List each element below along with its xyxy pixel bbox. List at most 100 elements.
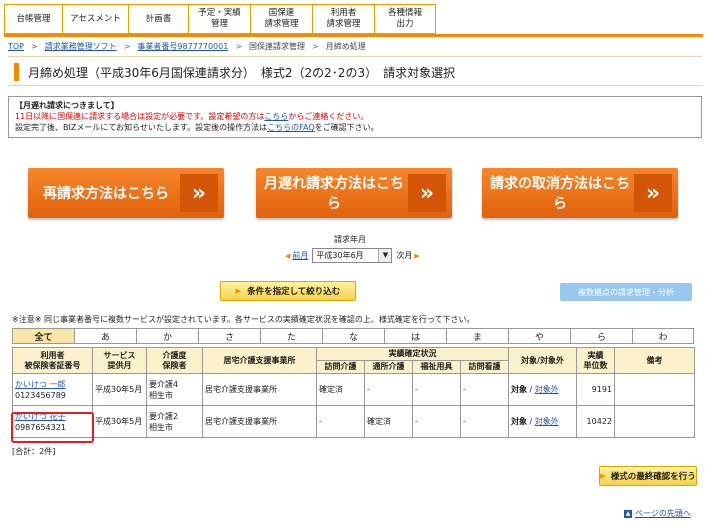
cell-status: -: [460, 405, 509, 438]
tab-ka[interactable]: か: [136, 328, 198, 344]
nav-divider: [4, 34, 703, 37]
billing-month-select[interactable]: 平成30年6月 ▼: [312, 248, 393, 263]
tab-sa[interactable]: さ: [198, 328, 260, 344]
late-billing-notice: 【月遅れ請求につきまして】 11日以降に国保連に請求する場合は設定が必要です。設…: [8, 96, 702, 138]
insured-number: 0123456789: [15, 390, 66, 400]
nav-label: 台帳管理: [16, 13, 51, 24]
col-care-level: 介護度 保険者: [146, 347, 203, 374]
user-name-link[interactable]: かいけつ 一郎: [15, 380, 66, 389]
cell-care: 要介護4 相生市: [146, 373, 203, 406]
col-note: 備考: [614, 347, 695, 374]
notice-text: 設定完了後、BIZメールにてお知らせいたします。設定後の操作方法は: [15, 123, 268, 132]
triangle-right-icon: ▶: [235, 287, 242, 295]
billing-target-table: 利用者 被保険者証番号 サービス 提供月 介護度 保険者 居宅介護支援事業所 実…: [12, 347, 695, 438]
period-label: 請求年月: [334, 235, 366, 244]
nav-user-billing[interactable]: 利用者 請求管理: [312, 4, 374, 34]
nav-ledger[interactable]: 台帳管理: [4, 4, 62, 34]
notice-faq-link[interactable]: こちらのFAQ: [267, 123, 315, 132]
prev-month-link[interactable]: 前月: [292, 250, 308, 261]
breadcrumb-sep: >: [235, 42, 243, 51]
nav-assessment[interactable]: アセスメント: [62, 4, 128, 34]
col-welfare-equipment: 福祉用具: [412, 360, 461, 374]
period-selector: ◀ 前月 平成30年6月 ▼ 次月 ▶: [283, 248, 422, 263]
tab-a[interactable]: あ: [74, 328, 136, 344]
tab-ha[interactable]: は: [384, 328, 446, 344]
nav-output[interactable]: 各種情報 出力: [374, 4, 436, 34]
col-target: 対象/対象外: [508, 347, 577, 374]
triangle-right-icon: ▶: [600, 472, 606, 480]
cancel-guide-button[interactable]: 請求の取消方法はこちら »: [482, 168, 678, 218]
arrow-up-icon: ▲: [624, 509, 632, 518]
nav-label: 予定・実績 管理: [198, 8, 241, 29]
breadcrumb-office-number[interactable]: 事業者番号9877770001: [137, 42, 228, 51]
page-title: 月締め処理（平成30年6月国保連請求分） 様式2（2の2･2の3） 請求対象選択: [28, 66, 456, 80]
notice-line-2: 設定完了後、BIZメールにてお知らせいたします。設定後の操作方法はこちらのFAQ…: [15, 122, 695, 133]
button-label: 請求の取消方法はこちら: [490, 176, 630, 212]
total-count: [合計：2件]: [12, 447, 56, 456]
breadcrumb-current: 月締め処理: [325, 42, 366, 51]
cell-units: 9191: [576, 373, 615, 406]
tab-ma[interactable]: ま: [446, 328, 508, 344]
cell-month: 平成30年5月: [92, 373, 147, 406]
top-nav: 台帳管理 アセスメント 計画書 予定・実績 管理 国保連 請求管理 利用者 請求…: [4, 4, 436, 34]
triangle-left-icon: ◀: [285, 251, 291, 260]
tab-na[interactable]: な: [322, 328, 384, 344]
col-day-service: 通所介護: [364, 360, 413, 374]
insurer: 相生市: [149, 390, 173, 400]
nav-label: 計画書: [145, 13, 172, 24]
nav-schedule[interactable]: 予定・実績 管理: [188, 4, 250, 34]
exclude-link[interactable]: 対象外: [535, 417, 559, 426]
next-month-label[interactable]: 次月: [396, 250, 412, 261]
tab-ta[interactable]: た: [260, 328, 322, 344]
highlight-box: [11, 412, 94, 443]
filter-button[interactable]: ▶ 条件を指定して絞り込む: [220, 281, 356, 301]
cell-status: 確定済: [316, 373, 365, 406]
cell-status: -: [316, 405, 365, 438]
notice-contact-link[interactable]: こちら: [264, 112, 288, 121]
late-bill-guide-button[interactable]: 月遅れ請求方法はこちら »: [256, 168, 452, 218]
col-service-month: サービス 提供月: [92, 347, 147, 374]
nav-label: 利用者 請求管理: [326, 8, 361, 29]
notice-line-1: 11日以降に国保連に請求する場合は設定が必要です。設定希望の方はこちらからご連絡…: [15, 111, 695, 122]
filter-button-label: 条件を指定して絞り込む: [247, 287, 341, 297]
notice-heading: 【月遅れ請求につきまして】: [15, 101, 119, 110]
triangle-right-icon: ▶: [414, 251, 420, 260]
notice-text: からご連絡ください。: [288, 112, 369, 121]
breadcrumb-top[interactable]: TOP: [8, 42, 24, 51]
col-office: 居宅介護支援事業所: [202, 347, 317, 374]
target-selected: 対象: [511, 417, 527, 426]
cell-target: 対象 / 対象外: [508, 373, 577, 406]
page-top-link[interactable]: ページの先頭へ: [635, 508, 691, 519]
cell-status: -: [364, 373, 413, 406]
cell-user: かいけつ 一郎 0123456789: [12, 373, 93, 406]
insurer: 相生市: [149, 422, 173, 432]
nav-label: 国保連 請求管理: [264, 8, 299, 29]
exclude-link[interactable]: 対象外: [535, 385, 559, 394]
cell-care: 要介護2 相生市: [146, 405, 203, 438]
tab-ya[interactable]: や: [508, 328, 570, 344]
cell-status: -: [412, 373, 461, 406]
target-selected: 対象: [511, 385, 527, 394]
col-status-group: 実績確定状況: [316, 347, 509, 361]
final-confirm-button[interactable]: ▶ 様式の最終確認を行う: [599, 466, 697, 486]
col-units: 実績 単位数: [576, 347, 615, 374]
breadcrumb-billing-software[interactable]: 請求業務管理ソフト: [45, 42, 117, 51]
double-chevron-right-icon: »: [180, 174, 218, 212]
rebill-guide-button[interactable]: 再請求方法はこちら »: [28, 168, 224, 218]
title-accent-mark: [14, 63, 19, 81]
col-user: 利用者 被保険者証番号: [12, 347, 93, 374]
col-home-visit: 訪問介護: [316, 360, 365, 374]
chevron-down-icon: ▼: [378, 249, 392, 262]
nav-plan[interactable]: 計画書: [128, 4, 188, 34]
billing-month-value: 平成30年6月: [316, 251, 364, 260]
nav-kokuho-billing[interactable]: 国保連 請求管理: [250, 4, 312, 34]
cell-status: 確定済: [364, 405, 413, 438]
multi-site-analysis-button[interactable]: 複数拠点の請求管理・分析: [560, 283, 692, 301]
tab-wa[interactable]: わ: [632, 328, 694, 344]
col-home-nursing: 訪問看護: [460, 360, 509, 374]
button-label: 月遅れ請求方法はこちら: [264, 176, 404, 212]
tab-all[interactable]: 全て: [12, 328, 74, 344]
tab-ra[interactable]: ら: [570, 328, 632, 344]
page-top-link-wrap: ▲ ページの先頭へ: [624, 508, 691, 519]
confirm-button-label: 様式の最終確認を行う: [610, 472, 696, 482]
